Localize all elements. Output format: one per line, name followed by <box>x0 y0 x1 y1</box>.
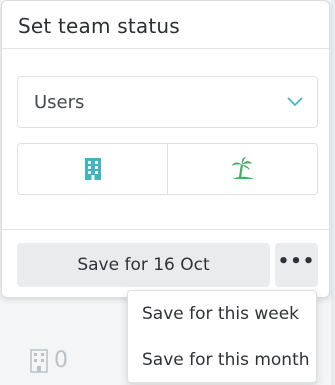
office-building-icon <box>84 158 101 180</box>
save-options-menu: Save for this week Save for this month <box>127 290 317 383</box>
popover-title: Set team status <box>18 14 180 38</box>
vacation-status-button[interactable] <box>167 144 317 194</box>
page: 0 Set team status Users Save for 16 Oct … <box>0 0 335 385</box>
save-for-this-month-option[interactable]: Save for this month <box>142 350 310 370</box>
more-dots-icon: ••• <box>277 251 316 272</box>
save-for-this-week-option[interactable]: Save for this week <box>142 304 299 324</box>
save-for-date-button[interactable]: Save for 16 Oct <box>17 243 270 287</box>
set-team-status-popover: Set team status Users Save for 16 Oct ••… <box>1 0 330 298</box>
chevron-down-icon <box>287 97 303 107</box>
office-status-button[interactable] <box>18 144 167 194</box>
status-toggle-group <box>17 143 318 195</box>
office-count: 0 <box>54 348 68 373</box>
footer-divider <box>2 229 329 230</box>
background-edge <box>331 0 335 385</box>
palm-tree-island-icon <box>231 157 254 179</box>
header-divider <box>2 48 329 49</box>
users-select[interactable]: Users <box>17 76 318 128</box>
more-options-button[interactable]: ••• <box>275 243 318 287</box>
office-building-icon <box>30 348 48 373</box>
office-count-indicator: 0 <box>30 348 68 373</box>
users-select-value: Users <box>34 91 85 113</box>
